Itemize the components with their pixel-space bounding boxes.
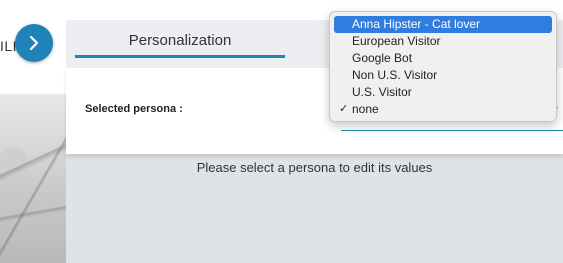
persona-option-us-visitor[interactable]: U.S. Visitor [334, 84, 552, 101]
background-photo [0, 94, 66, 263]
persona-option-anna-hipster[interactable]: Anna Hipster - Cat lover [334, 16, 552, 33]
persona-option-google-bot[interactable]: Google Bot [334, 50, 552, 67]
tab-personalization[interactable]: Personalization [75, 24, 285, 58]
persona-option-none[interactable]: ✓ none [334, 101, 552, 118]
selected-persona-label: Selected persona : [85, 103, 183, 115]
persona-dropdown-menu[interactable]: Anna Hipster - Cat lover European Visito… [329, 11, 557, 122]
persona-select[interactable] [341, 130, 563, 131]
chevron-right-icon [29, 35, 39, 51]
option-label: U.S. Visitor [352, 85, 412, 99]
option-label: Anna Hipster - Cat lover [352, 17, 481, 31]
checkmark-icon: ✓ [339, 103, 349, 115]
expand-panel-button[interactable] [15, 24, 53, 62]
option-label: European Visitor [352, 34, 441, 48]
option-label: Non U.S. Visitor [352, 68, 438, 82]
persona-option-european-visitor[interactable]: European Visitor [334, 33, 552, 50]
helper-text: Please select a persona to edit its valu… [196, 160, 433, 175]
option-label: Google Bot [352, 51, 413, 65]
persona-option-non-us-visitor[interactable]: Non U.S. Visitor [334, 67, 552, 84]
option-label: none [352, 102, 379, 116]
